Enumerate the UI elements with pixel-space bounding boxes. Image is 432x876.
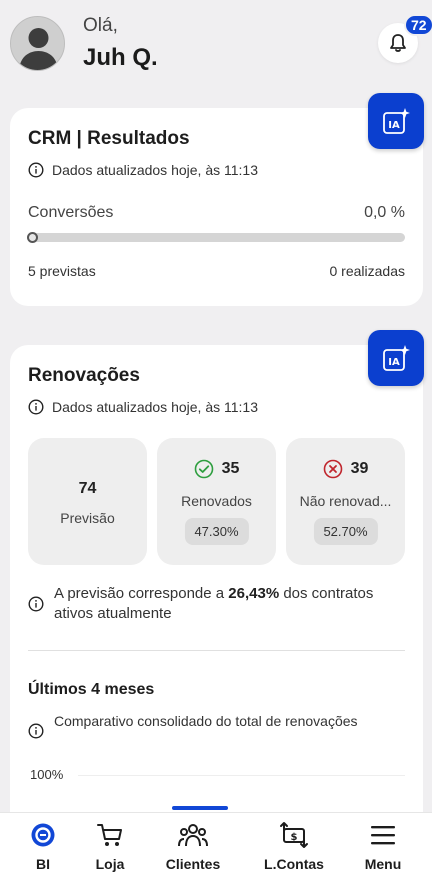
nav-label-loja: Loja — [95, 856, 125, 872]
svg-text:$: $ — [291, 832, 298, 843]
crm-ai-button[interactable]: IA — [368, 93, 424, 149]
accounts-transfer-icon: $ — [279, 822, 309, 848]
ai-sparkle-icon: IA — [383, 345, 410, 371]
done-count: 0 realizadas — [329, 263, 406, 279]
chart-gridline — [78, 775, 405, 776]
section-divider — [28, 650, 405, 651]
forecast-note-text: A previsão corresponde a 26,43% dos cont… — [54, 584, 408, 624]
notification-badge: 72 — [404, 14, 432, 36]
renewed-label: Renovados — [181, 493, 252, 509]
renewals-updated-info: Dados atualizados hoje, às 11:13 — [28, 399, 258, 415]
bell-icon — [390, 34, 406, 52]
shopping-cart-icon — [96, 822, 124, 848]
nav-label-lcontas: L.Contas — [264, 856, 324, 872]
renewed-header: 35 — [157, 459, 276, 479]
renewed-percent: 47.30% — [184, 518, 249, 545]
last-months-title: Últimos 4 meses — [28, 681, 155, 698]
check-circle-icon — [194, 459, 213, 479]
not-renewed-percent: 52.70% — [313, 518, 378, 545]
forecast-value: 74 — [78, 480, 97, 497]
nav-label-menu: Menu — [364, 856, 402, 872]
svg-text:IA: IA — [388, 357, 400, 368]
conversions-value: 0,0 % — [364, 204, 405, 221]
renewals-card-title: Renovações — [28, 365, 140, 386]
nav-label-clientes: Clientes — [165, 856, 221, 872]
bi-icon — [30, 822, 56, 848]
nav-active-indicator — [172, 806, 228, 810]
bottom-navigation: BI Loja Clientes $ L.Contas Menu — [0, 812, 432, 876]
ai-sparkle-icon: IA — [383, 108, 410, 134]
avatar[interactable] — [10, 16, 65, 71]
forecast-label: Previsão — [60, 510, 115, 526]
nav-label-bi: BI — [36, 856, 50, 872]
nav-item-clientes[interactable]: Clientes — [158, 813, 228, 876]
nav-item-bi[interactable]: BI — [18, 813, 68, 876]
note-prefix: A previsão corresponde a — [54, 585, 229, 602]
nav-item-loja[interactable]: Loja — [85, 813, 135, 876]
conversions-progress-bar — [27, 232, 405, 243]
user-avatar-icon — [11, 17, 64, 70]
not-renewed-stat-card[interactable]: 39 Não renovad... 52.70% — [286, 438, 405, 565]
not-renewed-label: Não renovad... — [299, 493, 392, 509]
info-icon — [28, 399, 44, 415]
renewals-ai-button[interactable]: IA — [368, 330, 424, 386]
progress-indicator — [27, 232, 38, 243]
crm-updated-info: Dados atualizados hoje, às 11:13 — [28, 162, 258, 178]
crm-results-card: CRM | Resultados Dados atualizados hoje,… — [10, 108, 423, 306]
crm-updated-text: Dados atualizados hoje, às 11:13 — [52, 162, 258, 178]
nav-item-lcontas[interactable]: $ L.Contas — [256, 813, 332, 876]
nav-item-menu[interactable]: Menu — [358, 813, 408, 876]
comparative-note: Comparativo consolidado do total de reno… — [28, 711, 358, 739]
forecast-note: A previsão corresponde a 26,43% dos cont… — [28, 584, 408, 624]
hamburger-menu-icon — [370, 822, 396, 848]
info-icon — [28, 723, 44, 739]
conversions-label: Conversões — [28, 204, 114, 221]
x-circle-icon — [323, 459, 342, 479]
renewed-stat-card[interactable]: 35 Renovados 47.30% — [157, 438, 276, 565]
svg-text:IA: IA — [388, 120, 400, 131]
header: Olá, Juh Q. 72 — [0, 0, 432, 95]
comparative-text: Comparativo consolidado do total de reno… — [54, 713, 358, 729]
crm-card-title: CRM | Resultados — [28, 128, 190, 149]
renewed-value: 35 — [221, 460, 240, 477]
renewals-updated-text: Dados atualizados hoje, às 11:13 — [52, 399, 258, 415]
not-renewed-value: 39 — [350, 460, 369, 477]
forecast-stat-card[interactable]: 74 Previsão — [28, 438, 147, 565]
users-icon — [178, 822, 208, 848]
renewals-card: Renovações Dados atualizados hoje, às 11… — [10, 345, 423, 825]
info-icon — [28, 162, 44, 178]
user-name: Juh Q. — [83, 44, 158, 71]
chart-y-axis-label: 100% — [30, 767, 64, 782]
not-renewed-header: 39 — [286, 459, 405, 479]
note-value: 26,43% — [228, 585, 280, 602]
greeting-text: Olá, — [83, 15, 118, 36]
expected-count: 5 previstas — [28, 263, 96, 279]
info-icon — [28, 596, 44, 612]
